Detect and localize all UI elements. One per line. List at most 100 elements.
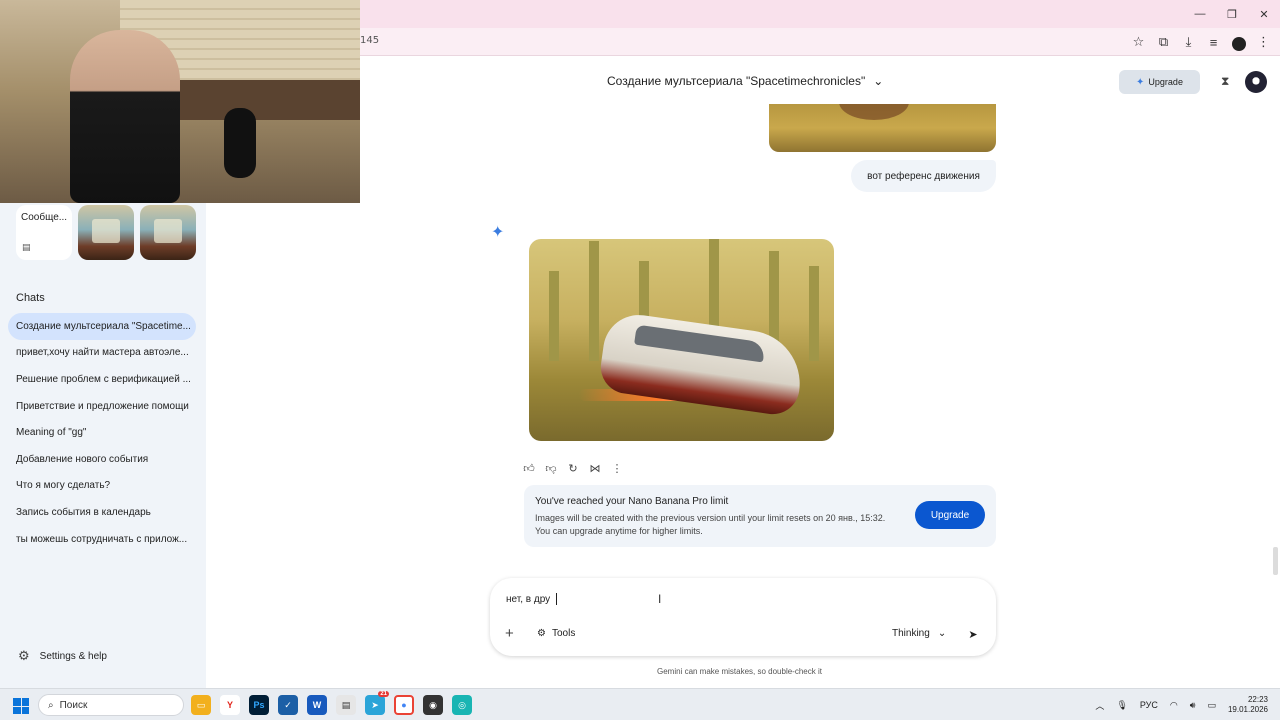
chat-item[interactable]: Meaning of "gg" <box>8 419 196 446</box>
add-icon[interactable]: + <box>505 625 514 642</box>
badge-count: 21 <box>378 691 389 697</box>
image-detail <box>549 271 559 361</box>
taskbar: ⌕ Поиск ▭ Y Ps ✓ W ▤ ➤ 21 ● ◉ ◎ ︿ 🎙︎ РУС … <box>0 688 1280 720</box>
disclaimer: Gemini can make mistakes, so double-chec… <box>657 667 822 676</box>
webcam-person <box>70 30 180 203</box>
image-detail <box>809 266 819 361</box>
star-icon[interactable]: ☆ <box>1130 32 1147 52</box>
time: 22:23 <box>1247 695 1268 704</box>
chat-item[interactable]: Добавление нового события <box>8 446 196 473</box>
word-icon[interactable]: W <box>307 695 327 715</box>
tools-button[interactable]: ⚙ Tools <box>537 628 575 639</box>
generated-image[interactable] <box>529 239 834 441</box>
microphone <box>224 108 256 178</box>
avatar[interactable] <box>1245 71 1267 93</box>
photoshop-icon[interactable]: Ps <box>249 695 269 715</box>
chat-title: Создание мультсериала "Spacetimechronicl… <box>607 74 866 88</box>
limit-upgrade-button[interactable]: Upgrade <box>915 501 985 529</box>
chat-title-dropdown[interactable]: Создание мультсериала "Spacetimechronicl… <box>607 74 883 88</box>
user-message: вот референс движения <box>851 160 996 192</box>
yandex-icon[interactable]: Y <box>220 695 240 715</box>
address-bar[interactable]: 145 <box>360 35 379 46</box>
battery-icon[interactable]: ▭ <box>1207 700 1216 711</box>
upgrade-label: Upgrade <box>1148 77 1183 87</box>
previous-image[interactable] <box>769 104 996 152</box>
search-icon: ⌕ <box>48 699 54 711</box>
webcam-overlay <box>0 0 360 203</box>
close-button[interactable]: ✕ <box>1248 0 1280 28</box>
language-indicator[interactable]: РУС <box>1140 700 1158 710</box>
upgrade-button[interactable]: ✦ Upgrade <box>1119 70 1200 94</box>
response-actions: 👍︎ 👎︎ ↻ ⋈ ⋮ <box>523 461 623 475</box>
app-icon[interactable]: ◎ <box>452 695 472 715</box>
windows-start-icon[interactable] <box>13 698 29 714</box>
prompt-composer[interactable]: нет, в дру + ⚙ Tools Thinking ⌄ ➤ <box>490 578 996 656</box>
chat-list: Создание мультсериала "Spacetime... прив… <box>8 313 196 552</box>
limit-text: You can upgrade anytime for higher limit… <box>535 526 703 536</box>
thumbs-down-icon[interactable]: 👎︎ <box>545 461 557 475</box>
notepad-icon[interactable]: ▤ <box>336 695 356 715</box>
chat-item[interactable]: Создание мультсериала "Spacetime... <box>8 313 196 340</box>
chats-heading: Chats <box>16 292 45 304</box>
date: 19.01.2026 <box>1227 705 1268 714</box>
chat-item[interactable]: Приветствие и предложение помощи <box>8 393 196 420</box>
send-icon[interactable]: ➤ <box>963 624 983 644</box>
settings-label: Settings & help <box>39 650 107 662</box>
text-cursor <box>556 593 557 605</box>
volume-icon[interactable]: 🔊︎ <box>1190 700 1196 711</box>
chevron-down-icon: ⌄ <box>873 74 884 88</box>
extensions-icon[interactable]: ⧉ <box>1155 32 1172 52</box>
taskbar-apps: ▭ Y Ps ✓ W ▤ ➤ 21 ● ◉ ◎ <box>191 691 472 715</box>
recent-image-thumbnail[interactable] <box>140 205 196 260</box>
app-icon[interactable]: ◉ <box>423 695 443 715</box>
minimize-button[interactable]: — <box>1184 0 1216 28</box>
chevron-down-icon: ⌄ <box>937 628 947 639</box>
share-icon[interactable]: ⋈ <box>589 461 601 475</box>
app-icon[interactable]: ✓ <box>278 695 298 715</box>
prompt-input[interactable]: нет, в дру <box>506 594 550 605</box>
thumbs-up-icon[interactable]: 👍︎ <box>523 461 535 475</box>
file-explorer-icon[interactable]: ▭ <box>191 695 211 715</box>
menu-icon[interactable]: ⋮ <box>1255 32 1272 52</box>
gear-icon: ⚙ <box>18 648 30 663</box>
system-tray: ︿ 🎙︎ РУС ◠ 🔊︎ ▭ 22:23 19.01.2026 <box>1095 689 1268 720</box>
clock[interactable]: 22:23 19.01.2026 <box>1228 695 1268 715</box>
chat-item[interactable]: Решение проблем с верификацией ... <box>8 366 196 393</box>
mode-label: Thinking <box>892 628 930 639</box>
recent-image-thumbnail[interactable] <box>78 205 134 260</box>
mode-selector[interactable]: Thinking ⌄ <box>892 628 946 639</box>
webcam-background <box>180 80 360 120</box>
restore-button[interactable]: ❐ <box>1216 0 1248 28</box>
profile-icon[interactable] <box>1230 32 1247 52</box>
chat-item[interactable]: Запись события в календарь <box>8 499 196 526</box>
more-icon[interactable]: ⋮ <box>611 461 623 475</box>
chevron-up-icon[interactable]: ︿ <box>1095 699 1104 712</box>
document-icon: ▤ <box>22 242 31 252</box>
tools-label: Tools <box>551 628 576 639</box>
sliders-icon: ⚙ <box>537 628 546 639</box>
settings-help-button[interactable]: ⚙ Settings & help <box>18 648 107 664</box>
taskbar-search[interactable]: ⌕ Поиск <box>38 694 184 716</box>
microphone-icon[interactable]: 🎙︎ <box>1116 700 1127 711</box>
chrome-icon[interactable]: ● <box>394 695 414 715</box>
limit-heading: You've reached your Nano Banana Pro limi… <box>535 496 729 507</box>
playlist-icon[interactable]: ≡ <box>1205 32 1222 52</box>
limit-text: Images will be created with the previous… <box>535 513 886 523</box>
wifi-icon[interactable]: ◠ <box>1170 700 1178 711</box>
chat-item[interactable]: Что я могу сделать? <box>8 473 196 500</box>
regenerate-icon[interactable]: ↻ <box>567 461 579 475</box>
chat-item[interactable]: привет,хочу найти мастера автоэле... <box>8 340 196 367</box>
sparkle-icon: ✦ <box>1136 76 1145 88</box>
window-controls: — ❐ ✕ <box>1184 0 1280 28</box>
recent-card[interactable]: Сообще... ▤ <box>16 205 72 260</box>
gemini-sparkle-icon: ✦ <box>491 224 505 241</box>
scrollbar[interactable] <box>1273 547 1278 575</box>
image-detail <box>589 241 599 361</box>
limit-notice: You've reached your Nano Banana Pro limi… <box>524 485 996 547</box>
chat-item[interactable]: ты можешь сотрудничать с прилож... <box>8 526 196 553</box>
download-icon[interactable]: ⤓ <box>1180 32 1197 52</box>
telegram-icon[interactable]: ➤ 21 <box>365 691 389 715</box>
search-placeholder: Поиск <box>59 699 88 711</box>
temporary-chat-icon[interactable]: ⧗ <box>1221 74 1229 89</box>
recent-items: Сообще... ▤ <box>16 205 196 260</box>
